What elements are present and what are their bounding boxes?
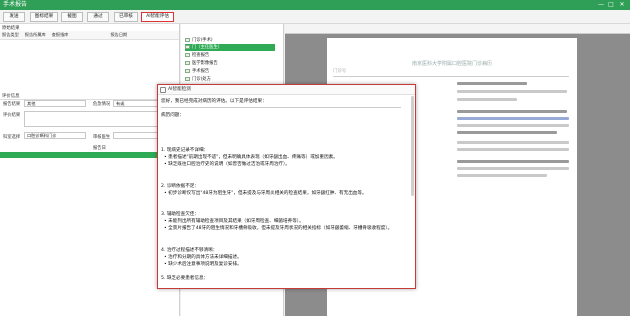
doc-text-line [457, 98, 517, 101]
dialog-text-line: • 缺乏既往口腔治疗史的说明（如曾否做过洁治或牙周治疗）。 [164, 162, 290, 167]
doc-text-line [457, 110, 567, 113]
app-title: 手术报告 [3, 1, 28, 8]
doc-text-line [457, 82, 527, 85]
report-result-label: 报告结果 [3, 102, 21, 107]
col-query-library: 查报指库 [51, 32, 69, 37]
dialog-divider [161, 107, 401, 108]
evaluation-result-textarea[interactable] [24, 111, 175, 127]
left-panel: 原始结果 报告类型 报告所属库 查报指库 报告日期 评价信息 报告结果 其他 危… [0, 24, 180, 316]
report-result-select[interactable]: 其他 [24, 100, 86, 107]
dialog-text-line: • 初步诊断仅写出"48牙为阻生牙"，但未提及与牙周炎相关的检查结果，如牙龈红肿… [164, 191, 367, 196]
minimize-icon[interactable]: — [596, 0, 606, 10]
doc-rule [333, 76, 569, 77]
document-toolbar [285, 24, 630, 34]
tree-item[interactable]: 门诊(处方 [185, 76, 211, 83]
department-label: 科室选择 [3, 135, 21, 140]
ai-evaluate-button[interactable]: AI智能评估 [141, 12, 174, 22]
dialog-text-line: 4. 治疗过程描述不够清晰： [161, 248, 218, 253]
dialog-scrollbar[interactable] [411, 96, 414, 196]
maximize-icon[interactable]: □ [606, 0, 616, 10]
folder-icon [185, 44, 190, 49]
dialog-text-line: 3. 辅助检查欠佳： [161, 212, 200, 217]
dialog-text-line: • 未能列出所有辅助检查项目及其结果（如牙周检查、细菌培养等）。 [164, 219, 304, 224]
send-button[interactable]: 发送 [3, 12, 25, 22]
doc-text-line [457, 160, 569, 163]
dialog-text-line: • 患者描述"前期出现不适"，但未明确具体表现（如牙龈出血、疼痛等）或加重因素。 [164, 155, 338, 160]
folder-icon [185, 68, 190, 73]
folder-icon [185, 37, 190, 42]
folder-icon [185, 52, 190, 57]
dialog-text-line: • 治疗和分期的具体方法未详细描述。 [164, 255, 242, 260]
doc-text-line [457, 131, 557, 134]
dialog-text-line: 2. 诊断依据不足： [161, 184, 200, 189]
dialog-text-line: 病历问题： [161, 113, 184, 118]
dialog-body: 您好，我已经完成对病历的评估。以下是评估结果： 病历问题： 1. 现病史记录不详细：… [158, 97, 408, 287]
doc-text-line [457, 167, 569, 170]
tree-item[interactable]: 检查报告 [185, 52, 209, 59]
col-report-date: 报告日期 [110, 32, 128, 37]
tree-item[interactable]: 门诊(手术) [185, 37, 213, 44]
dialog-text-line: 1. 现病史记录不详细： [161, 148, 209, 153]
reviewed-button[interactable]: 已审核 [114, 12, 138, 22]
doc-text-line [457, 117, 569, 120]
report-day-label: 报告日 [93, 146, 106, 151]
department-select[interactable]: 口腔诊断科门诊 [24, 132, 86, 139]
col-report-library: 报告所属库 [24, 32, 46, 37]
app-title-bar: 手术报告 [0, 0, 630, 10]
icon-result-button[interactable]: 图标结果 [30, 12, 58, 22]
col-spacer [74, 32, 104, 38]
selected-row-bar[interactable] [0, 152, 179, 158]
results-grid-header: 报告类型 报告所属库 查报指库 报告日期 [0, 31, 179, 40]
doc-title: 南京医科大学附属口腔医院门诊病历 [411, 61, 492, 67]
dialog-text-line: 5. 缺乏必要患者信息： [161, 276, 209, 281]
dialog-title: AI智能检测 [158, 85, 415, 95]
tree-item[interactable]: 手术报告 [185, 68, 209, 75]
dialog-text-line: 您好，我已经完成对病历的评估。以下是评估结果： [161, 99, 267, 104]
tree-item-selected[interactable]: 门（主任医生） [185, 44, 275, 51]
app-icon [160, 87, 166, 93]
doc-text-line [457, 141, 569, 144]
dialog-text-line: • 全景片报告了48牙的阻生情况和牙槽骨吸收，但未提及牙周状况的相关指标（如牙龈… [164, 226, 393, 231]
reviewer-label: 审核医生 [93, 135, 111, 140]
screenshot-button[interactable]: 截图 [61, 12, 83, 22]
dialog-text-line: • 缺少术后注意事项说明及复诊安排。 [164, 262, 242, 267]
doc-subtitle: 门诊号 [333, 69, 347, 74]
col-report-type: 报告类型 [2, 32, 19, 37]
folder-icon [185, 76, 190, 81]
doc-text-line [457, 124, 569, 127]
approve-button[interactable]: 通过 [87, 12, 109, 22]
doc-text-line [457, 90, 567, 93]
doc-text-line [457, 148, 569, 151]
folder-icon [185, 60, 190, 65]
evaluation-result-label: 评价结果 [3, 113, 21, 118]
doc-text-line [457, 174, 547, 177]
main-toolbar: 发送 图标结果 截图 通过 已审核 AI智能评估 [0, 10, 630, 24]
ai-evaluation-dialog: AI智能检测 您好，我已经完成对病历的评估。以下是评估结果： 病历问题： 1. 现病… [157, 84, 416, 289]
tree-item[interactable]: 医学影像报告 [185, 60, 218, 67]
critical-label: 危急情况 [93, 102, 111, 107]
close-icon[interactable]: ✕ [617, 0, 627, 10]
